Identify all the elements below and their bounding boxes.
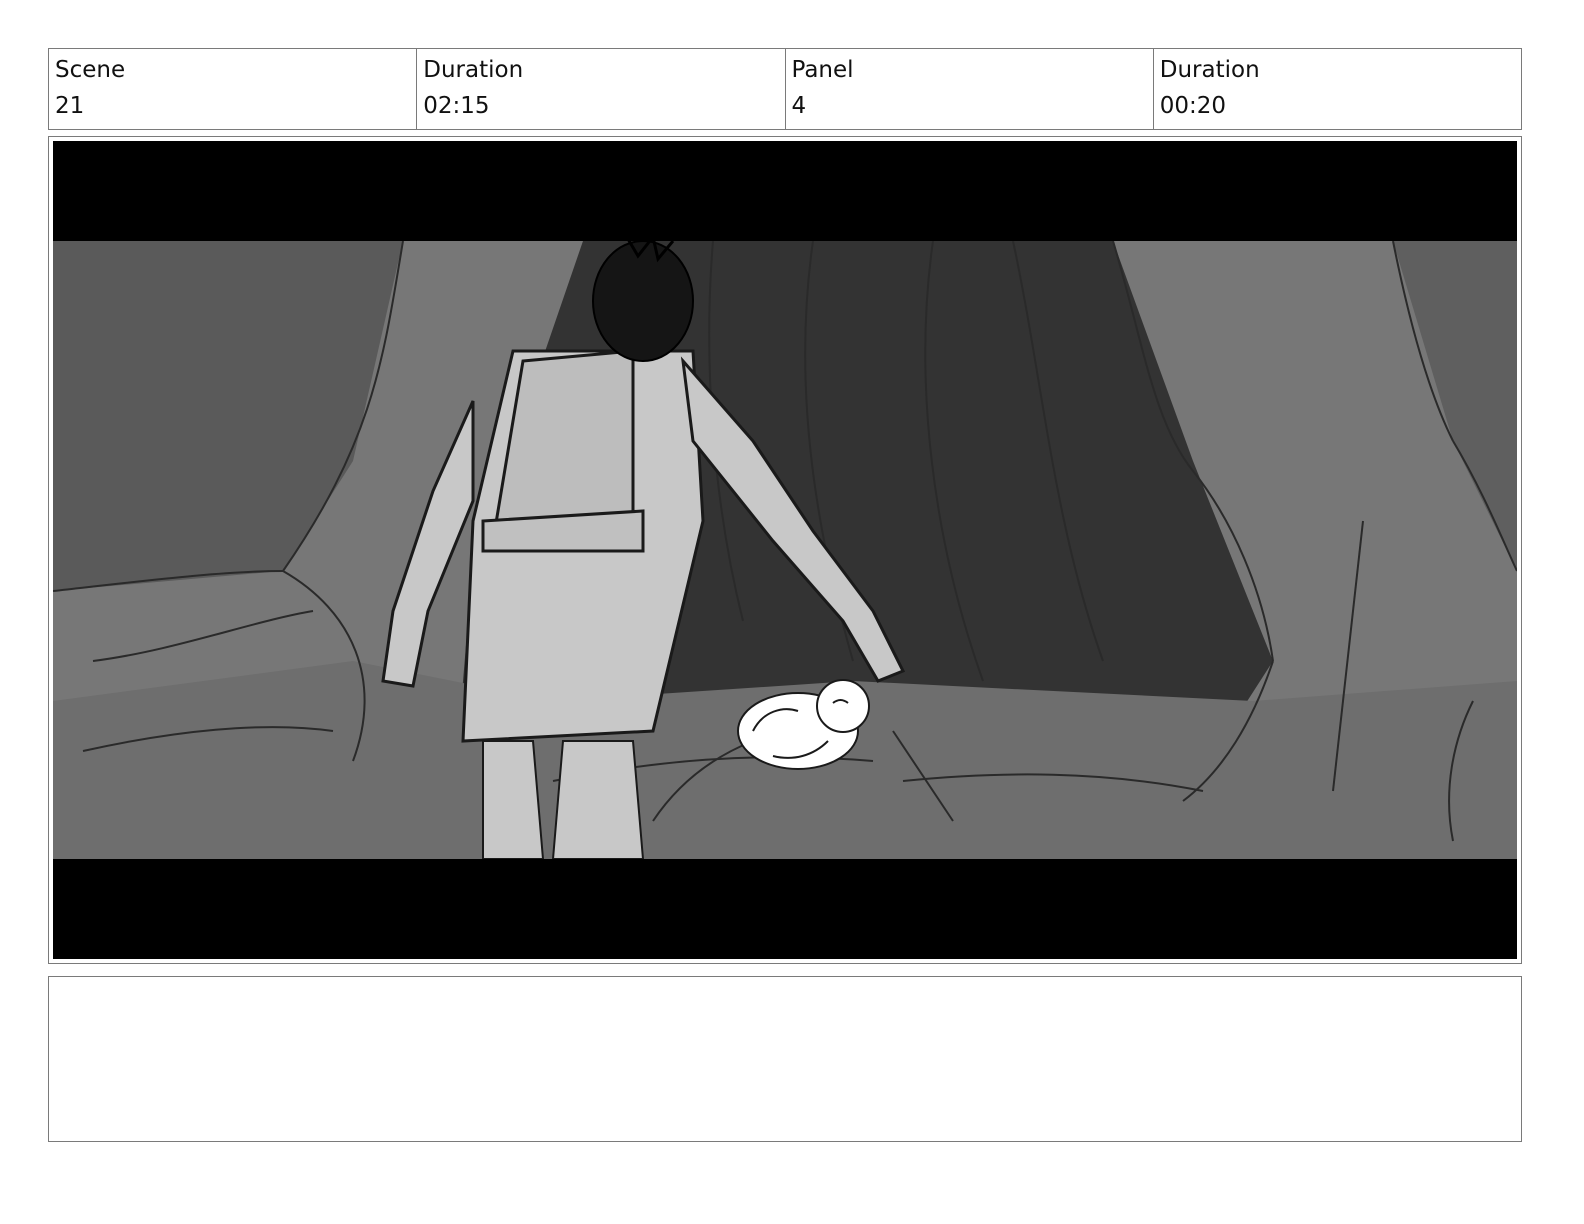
panel-duration-label: Duration — [1159, 57, 1260, 83]
scene-duration-value[interactable]: 02:15 — [423, 92, 778, 120]
scene-number[interactable]: 21 — [55, 92, 410, 120]
panel-label: Panel — [791, 57, 854, 83]
scene-duration-label: Duration — [423, 57, 524, 83]
letterbox-bottom — [53, 859, 1517, 959]
storyboard-panel-frame[interactable] — [48, 136, 1522, 964]
storyboard-drawing — [53, 141, 1517, 959]
panel-cell: Panel 4 — [786, 49, 1154, 129]
panel-duration-cell: Duration 00:20 — [1154, 49, 1521, 129]
panel-number[interactable]: 4 — [792, 92, 1147, 120]
scene-label: Scene — [55, 57, 126, 83]
panel-header-table: Scene 21 Duration 02:15 Panel 4 Duration… — [48, 48, 1522, 130]
panel-notes[interactable] — [48, 976, 1522, 1142]
figure-head-hair — [592, 240, 694, 362]
letterbox-top — [53, 141, 1517, 241]
scene-duration-cell: Duration 02:15 — [417, 49, 786, 129]
figure-right-leg — [551, 740, 645, 860]
scene-cell: Scene 21 — [49, 49, 418, 129]
panel-duration-value[interactable]: 00:20 — [1160, 92, 1515, 120]
figure-left-leg — [482, 740, 545, 860]
